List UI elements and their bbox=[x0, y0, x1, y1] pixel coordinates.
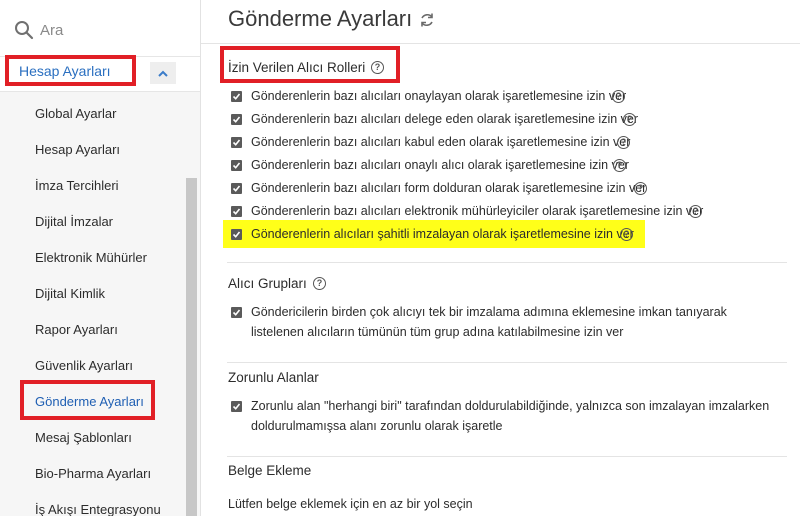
chevron-up-icon[interactable] bbox=[150, 62, 176, 84]
section-title-document-attach: Belge Ekleme bbox=[228, 463, 312, 478]
sidebar-item-report-settings[interactable]: Rapor Ayarları bbox=[35, 322, 118, 337]
sidebar-item-electronic-seals[interactable]: Elektronik Mühürler bbox=[35, 250, 147, 265]
search-icon bbox=[15, 21, 34, 40]
section-title-recipient-groups: Alıcı Grupları bbox=[228, 276, 307, 291]
checkbox-checked[interactable] bbox=[231, 137, 242, 148]
checkbox-checked[interactable] bbox=[231, 160, 242, 171]
sidebar-item-digital-identity[interactable]: Dijital Kimlik bbox=[35, 286, 105, 301]
refresh-icon[interactable] bbox=[419, 12, 435, 28]
annotation-box-sending-settings bbox=[20, 380, 155, 420]
help-icon[interactable]: ? bbox=[620, 228, 633, 241]
sidebar: Hesap Ayarları Global Ayarlar Hesap Ayar… bbox=[0, 0, 201, 516]
sidebar-scrollbar[interactable] bbox=[186, 178, 197, 516]
help-icon[interactable]: ? bbox=[612, 90, 625, 103]
main-content: Gönderme Ayarları İzin Verilen Alıcı Rol… bbox=[201, 0, 800, 516]
sidebar-item-account-settings[interactable]: Hesap Ayarları bbox=[35, 142, 120, 157]
sidebar-item-global-settings[interactable]: Global Ayarlar bbox=[35, 106, 116, 121]
search-bar bbox=[0, 0, 200, 57]
checkbox-label: Gönderenlerin bazı alıcıları kabul eden … bbox=[251, 135, 631, 149]
section-divider bbox=[227, 456, 787, 457]
checkbox-label: Zorunlu alan "herhangi biri" tarafından … bbox=[251, 399, 770, 433]
search-input[interactable] bbox=[40, 18, 190, 42]
checkbox-checked[interactable] bbox=[231, 229, 242, 240]
sidebar-item-workflow-integration[interactable]: İş Akışı Entegrasyonu bbox=[35, 502, 161, 516]
checkbox-checked[interactable] bbox=[231, 91, 242, 102]
page-title: Gönderme Ayarları bbox=[228, 6, 413, 31]
checkbox-label: Gönderenlerin bazı alıcıları elektronik … bbox=[251, 204, 704, 218]
section-divider bbox=[227, 262, 787, 263]
checkbox-checked[interactable] bbox=[231, 307, 242, 318]
annotation-box-recipient-roles bbox=[220, 46, 400, 83]
checkbox-checked[interactable] bbox=[231, 206, 242, 217]
sidebar-item-security-settings[interactable]: Güvenlik Ayarları bbox=[35, 358, 133, 373]
checkbox-checked[interactable] bbox=[231, 183, 242, 194]
checkbox-label: Gönderenlerin bazı alıcıları onaylayan o… bbox=[251, 89, 627, 103]
checkbox-label: Göndericilerin birden çok alıcıyı tek bi… bbox=[251, 305, 727, 339]
sidebar-item-bio-pharma-settings[interactable]: Bio-Pharma Ayarları bbox=[35, 466, 151, 481]
section-divider bbox=[227, 362, 787, 363]
sidebar-item-signature-preferences[interactable]: İmza Tercihleri bbox=[35, 178, 119, 193]
checkbox-label: Gönderenlerin bazı alıcıları onaylı alıc… bbox=[251, 158, 629, 172]
document-attach-hint: Lütfen belge eklemek için en az bir yol … bbox=[228, 497, 473, 511]
help-icon[interactable]: ? bbox=[623, 113, 636, 126]
help-icon[interactable]: ? bbox=[634, 182, 647, 195]
help-icon[interactable]: ? bbox=[689, 205, 702, 218]
title-divider bbox=[201, 43, 800, 44]
checkbox-checked[interactable] bbox=[231, 114, 242, 125]
checkbox-label: Gönderenlerin bazı alıcıları delege eden… bbox=[251, 112, 639, 126]
section-title-required-fields: Zorunlu Alanlar bbox=[228, 370, 319, 385]
sidebar-item-message-templates[interactable]: Mesaj Şablonları bbox=[35, 430, 132, 445]
help-icon[interactable]: ? bbox=[617, 136, 630, 149]
checkbox-label: Gönderenlerin alıcıları şahitli imzalaya… bbox=[251, 227, 634, 241]
sidebar-item-digital-signatures[interactable]: Dijital İmzalar bbox=[35, 214, 113, 229]
help-icon[interactable]: ? bbox=[313, 277, 326, 290]
help-icon[interactable]: ? bbox=[613, 159, 626, 172]
checkbox-checked[interactable] bbox=[231, 401, 242, 412]
section-header-label[interactable]: Hesap Ayarları bbox=[5, 55, 136, 86]
checkbox-label: Gönderenlerin bazı alıcıları form doldur… bbox=[251, 181, 647, 195]
